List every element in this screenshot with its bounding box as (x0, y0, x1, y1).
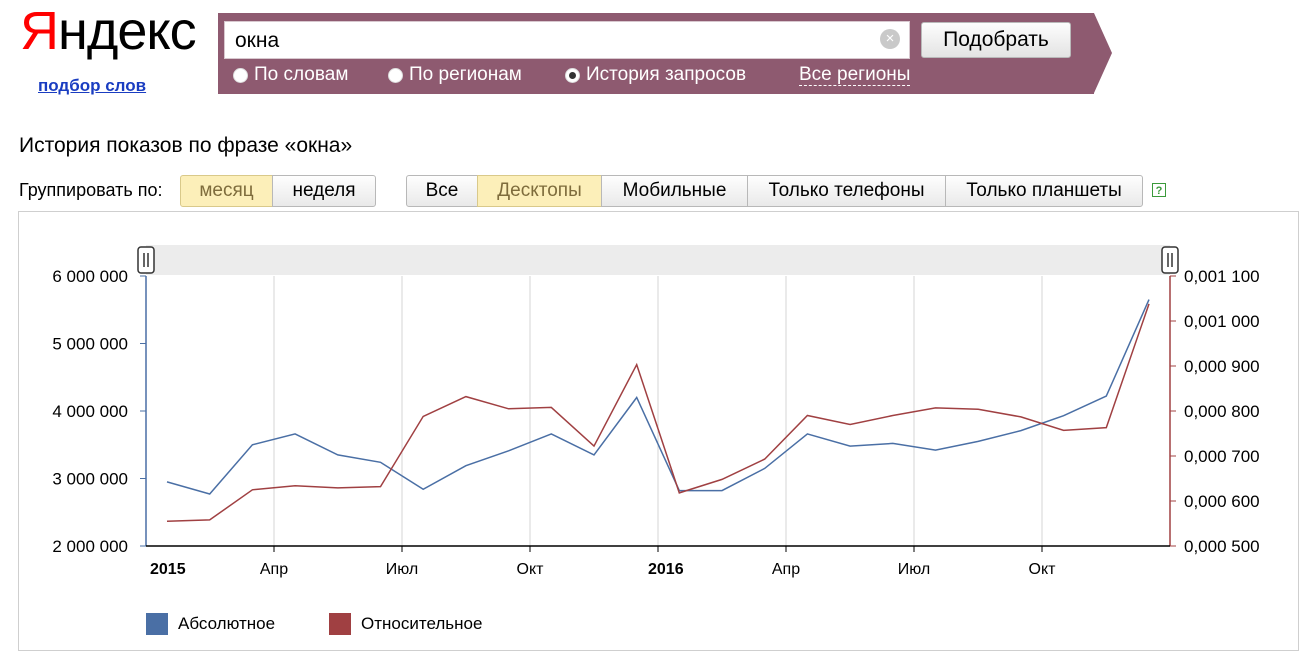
y-right-tick-label: 0,000 500 (1184, 537, 1260, 556)
x-tick-label: 2016 (648, 561, 684, 578)
data-point (421, 414, 425, 418)
legend-swatch-relative (329, 613, 351, 635)
data-point (763, 466, 767, 470)
data-point (293, 484, 297, 488)
y-left-tick-label: 4 000 000 (52, 402, 128, 421)
x-tick-label: Апр (772, 561, 800, 578)
legend-label: Абсолютное (178, 614, 276, 633)
data-point (336, 486, 340, 490)
data-point (208, 518, 212, 522)
x-tick-label: Июл (386, 561, 418, 578)
x-tick-label: Окт (1029, 561, 1057, 578)
data-point (934, 448, 938, 452)
y-right-tick-label: 0,000 800 (1184, 402, 1260, 421)
x-tick-label: Окт (517, 561, 545, 578)
data-point (507, 407, 511, 411)
data-point (1147, 298, 1151, 302)
data-point (934, 406, 938, 410)
x-tick-label: Апр (260, 561, 288, 578)
data-point (378, 485, 382, 489)
legend-relative[interactable]: Относительное (329, 613, 482, 635)
y-right-tick-label: 0,000 600 (1184, 492, 1260, 511)
x-tick-label: 2015 (150, 561, 186, 578)
data-point (1062, 414, 1066, 418)
data-point (805, 414, 809, 418)
data-point (421, 487, 425, 491)
y-left-tick-label: 6 000 000 (52, 267, 128, 286)
x-tick-label: Июл (898, 561, 930, 578)
data-point (378, 460, 382, 464)
data-point (848, 423, 852, 427)
data-point (1104, 394, 1108, 398)
data-point (464, 464, 468, 468)
data-point (1019, 415, 1023, 419)
data-point (165, 480, 169, 484)
data-point (250, 488, 254, 492)
data-point (848, 444, 852, 448)
range-handle-left[interactable] (137, 246, 155, 274)
legend-swatch-absolute (146, 613, 168, 635)
data-point (165, 519, 169, 523)
y-left-tick-label: 5 000 000 (52, 335, 128, 354)
range-handle-right[interactable] (1161, 246, 1179, 274)
data-point (976, 407, 980, 411)
data-point (891, 414, 895, 418)
data-point (592, 453, 596, 457)
y-right-tick-label: 0,001 100 (1184, 267, 1260, 286)
data-point (720, 489, 724, 493)
data-point (293, 432, 297, 436)
data-point (677, 491, 681, 495)
data-point (250, 443, 254, 447)
data-point (805, 432, 809, 436)
data-point (592, 444, 596, 448)
y-right-tick-label: 0,000 700 (1184, 447, 1260, 466)
data-point (635, 363, 639, 367)
data-point (635, 396, 639, 400)
data-point (1147, 302, 1151, 306)
y-right-tick-label: 0,001 000 (1184, 312, 1260, 331)
data-point (1019, 429, 1023, 433)
y-left-tick-label: 3 000 000 (52, 470, 128, 489)
legend-absolute[interactable]: Абсолютное (146, 613, 275, 635)
data-point (763, 457, 767, 461)
data-point (507, 449, 511, 453)
y-left-tick-label: 2 000 000 (52, 537, 128, 556)
history-chart: 2015 Апр Июл Окт 2016 Апр Июл Окт 2 000 000 3 000… (52, 245, 1260, 578)
data-point (891, 441, 895, 445)
data-point (549, 432, 553, 436)
data-point (208, 492, 212, 496)
range-slider-track (146, 245, 1170, 275)
data-point (1062, 428, 1066, 432)
legend-label: Относительное (361, 614, 483, 633)
data-point (336, 453, 340, 457)
data-point (976, 439, 980, 443)
data-point (464, 395, 468, 399)
y-right-tick-label: 0,000 900 (1184, 357, 1260, 376)
data-point (1104, 426, 1108, 430)
data-point (720, 477, 724, 481)
data-point (549, 405, 553, 409)
